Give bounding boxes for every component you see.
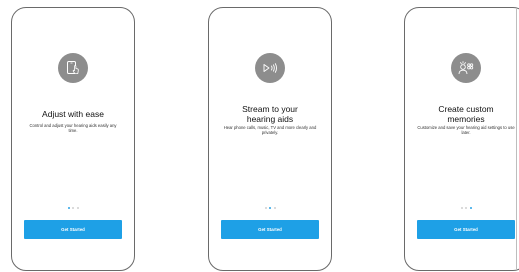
page-dot-1 [460,207,463,209]
page-dot-1 [67,207,70,209]
onboarding-screen-stream: Stream to your hearing aids Hear phone c… [208,7,332,271]
get-started-button[interactable]: Get Started [24,220,122,239]
stream-audio-icon [255,53,285,83]
onboarding-screen-adjust: Adjust with ease Control and adjust your… [11,7,135,271]
page-indicator [405,207,519,209]
page-dot-2 [465,207,467,209]
page-indicator [209,207,331,209]
get-started-button[interactable]: Get Started [417,220,515,239]
custom-memories-icon [451,53,481,83]
next-screen-edge [516,8,517,270]
page-dot-2 [72,207,74,209]
screen-title: Create custom memories [438,104,494,124]
page-dot-3 [76,207,79,209]
phone-touch-icon [58,53,88,83]
screen-description: Customize and save your hearing aid sett… [417,125,515,136]
get-started-button[interactable]: Get Started [221,220,319,239]
page-indicator [12,207,134,209]
page-dot-1 [264,207,267,209]
page-dot-2 [269,207,271,209]
screen-title: Stream to your hearing aids [242,104,298,124]
screen-description: Hear phone calls, music, TV and more cle… [223,125,317,136]
onboarding-screen-memories: Create custom memories Customize and sav… [404,7,519,271]
screen-description: Control and adjust your hearing aids eas… [29,123,117,134]
page-dot-3 [469,207,472,209]
screen-title: Adjust with ease [42,109,104,119]
page-dot-3 [273,207,276,209]
